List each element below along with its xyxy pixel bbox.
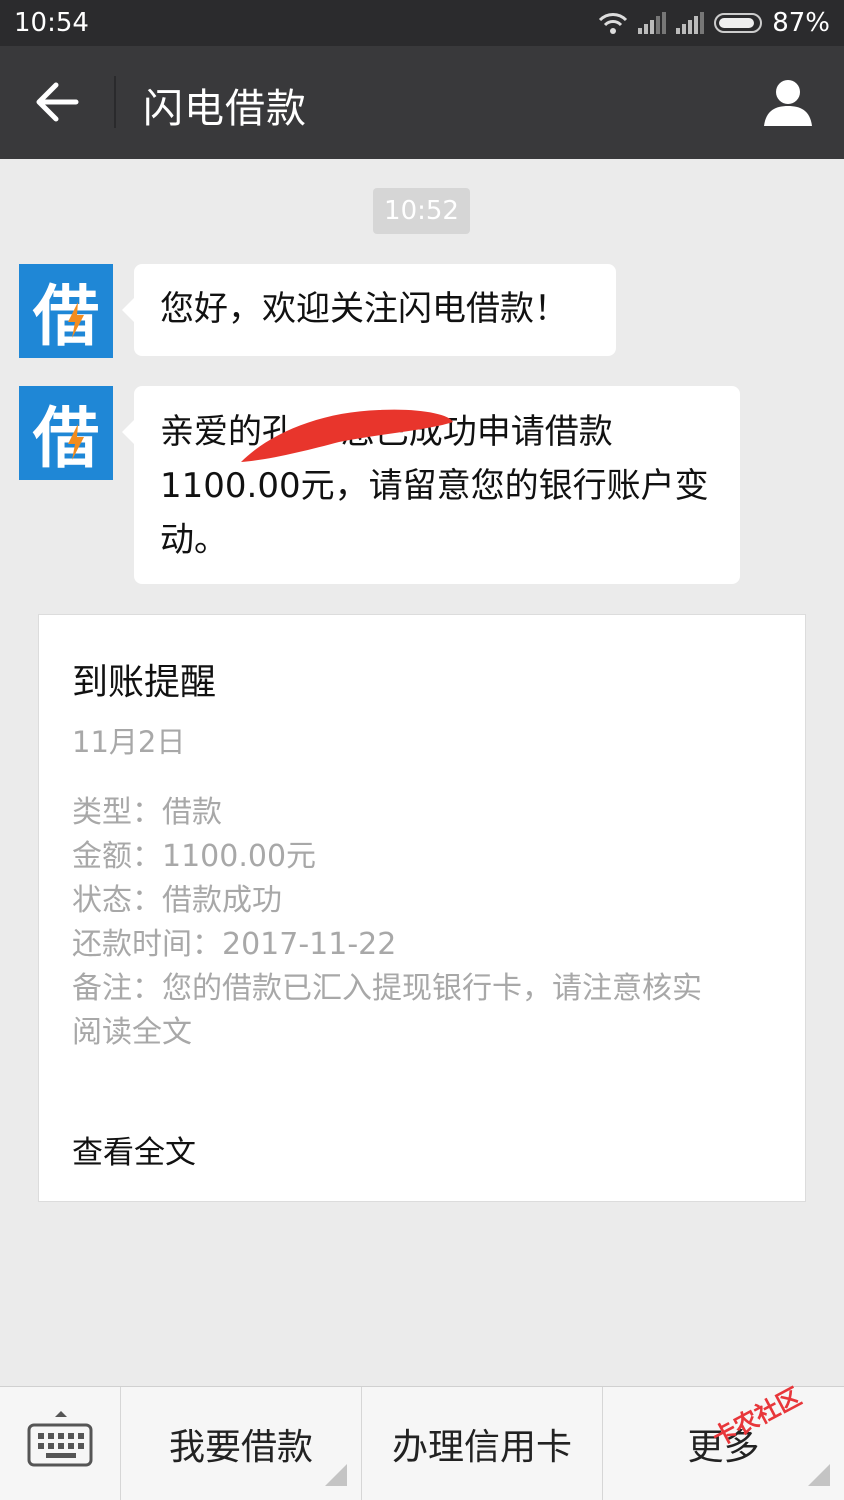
signal-icon-2 <box>676 12 705 34</box>
card-title: 到账提醒 <box>72 662 217 703</box>
battery-icon <box>714 13 763 33</box>
battery-percent: 87% <box>772 8 830 38</box>
signal-icon <box>638 12 667 34</box>
lightning-icon <box>68 302 84 338</box>
status-time: 10:54 <box>14 8 89 38</box>
account-avatar[interactable]: 借 <box>19 264 113 358</box>
menu-item-credit-card[interactable]: 办理信用卡 <box>362 1387 603 1500</box>
card-row-amount: 金额：1100.00元 <box>72 839 317 874</box>
keyboard-icon <box>27 1411 93 1467</box>
account-avatar[interactable]: 借 <box>19 386 113 480</box>
menu-item-apply-loan[interactable]: 我要借款 <box>121 1387 362 1500</box>
chat-timestamp: 10:52 <box>373 188 470 234</box>
card-row-repay-date: 还款时间：2017-11-22 <box>72 927 397 962</box>
wifi-icon <box>599 13 628 34</box>
card-row-remark: 备注：您的借款已汇入提现银行卡，请注意核实 <box>72 971 702 1006</box>
nav-divider <box>114 76 116 128</box>
page-title: 闪电借款 <box>143 86 307 132</box>
profile-icon[interactable] <box>762 76 814 128</box>
notification-card[interactable]: 到账提醒 11月2日 类型：借款 金额：1100.00元 状态：借款成功 还款时… <box>38 614 806 1202</box>
message-line: 动。 <box>160 520 228 560</box>
redaction-scribble <box>241 409 453 462</box>
lightning-icon <box>68 424 84 460</box>
message-bubble[interactable]: 您好，欢迎关注闪电借款！ <box>122 264 616 356</box>
card-row-status: 状态：借款成功 <box>72 883 282 918</box>
menu-item-label: 我要借款 <box>168 1426 313 1468</box>
menu-item-label: 办理信用卡 <box>391 1426 572 1468</box>
message-text: 您好，欢迎关注闪电借款！ <box>160 289 568 329</box>
card-details: 类型：借款 金额：1100.00元 状态：借款成功 还款时间：2017-11-2… <box>72 791 772 1055</box>
message-bubble[interactable]: 亲爱的孔 ，您已成功申请借款 1100.00元，请留意您的银行账户变 动。 <box>122 386 740 584</box>
card-row-type: 类型：借款 <box>72 795 222 830</box>
status-bar: 10:54 87% <box>0 0 844 46</box>
keyboard-toggle-button[interactable] <box>0 1387 121 1500</box>
nav-bar: 闪电借款 <box>0 46 844 159</box>
card-date: 11月2日 <box>72 725 186 759</box>
view-full-text-link[interactable]: 查看全文 <box>72 1127 196 1172</box>
submenu-corner-icon <box>808 1464 830 1486</box>
card-row-read-all: 阅读全文 <box>72 1015 192 1050</box>
submenu-corner-icon <box>325 1464 347 1486</box>
back-arrow-icon[interactable] <box>28 74 88 130</box>
